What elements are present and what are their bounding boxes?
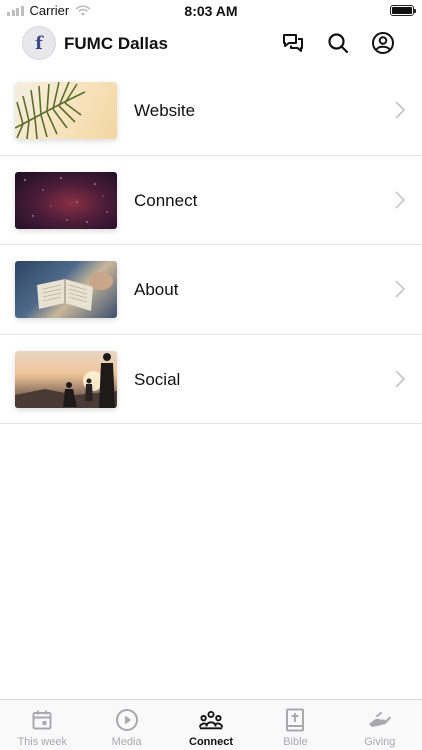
chat-icon[interactable] <box>281 31 305 55</box>
play-icon <box>115 708 139 732</box>
church-logo: f <box>22 26 56 60</box>
app-title: FUMC Dallas <box>64 34 168 53</box>
bible-icon <box>283 708 307 732</box>
tab-label: Connect <box>189 736 234 748</box>
chevron-right-icon <box>395 280 406 298</box>
about-thumbnail <box>15 261 117 318</box>
tab-connect[interactable]: Connect <box>169 700 253 750</box>
tab-giving[interactable]: Giving <box>338 700 422 750</box>
list-item-connect[interactable]: Connect <box>0 156 422 245</box>
chevron-right-icon <box>395 101 406 119</box>
tab-this-week[interactable]: This week <box>0 700 84 750</box>
list-item-social[interactable]: Social <box>0 335 422 424</box>
search-icon[interactable] <box>326 31 350 55</box>
tab-label: This week <box>17 736 67 748</box>
list-item-label: Connect <box>134 190 198 210</box>
logo-letter: f <box>35 32 43 54</box>
list-item-label: Social <box>134 369 181 389</box>
list-item-about[interactable]: About <box>0 245 422 335</box>
tab-label: Giving <box>364 736 396 748</box>
connect-list: Website Connect About Social <box>0 66 422 424</box>
tab-label: Media <box>111 736 142 748</box>
social-thumbnail <box>15 350 117 408</box>
group-icon <box>199 708 224 732</box>
website-thumbnail <box>15 82 117 139</box>
tab-label: Bible <box>283 736 308 748</box>
list-item-label: Website <box>134 101 196 120</box>
tab-media[interactable]: Media <box>84 700 168 750</box>
calendar-icon <box>30 708 54 732</box>
giving-icon <box>368 708 392 732</box>
chevron-right-icon <box>395 190 406 209</box>
list-item-label: About <box>134 280 179 299</box>
list-item-website[interactable]: Website <box>0 66 422 156</box>
battery-icon <box>390 5 416 16</box>
tab-bar: This week Media Connect Bible Giving <box>0 699 422 750</box>
app-header: f FUMC Dallas <box>0 22 422 66</box>
account-icon[interactable] <box>371 31 395 55</box>
chevron-right-icon <box>395 369 406 388</box>
tab-bible[interactable]: Bible <box>253 700 337 750</box>
status-bar: Carrier 8:03 AM <box>0 0 422 22</box>
connect-thumbnail <box>15 171 117 229</box>
status-time: 8:03 AM <box>184 3 238 19</box>
